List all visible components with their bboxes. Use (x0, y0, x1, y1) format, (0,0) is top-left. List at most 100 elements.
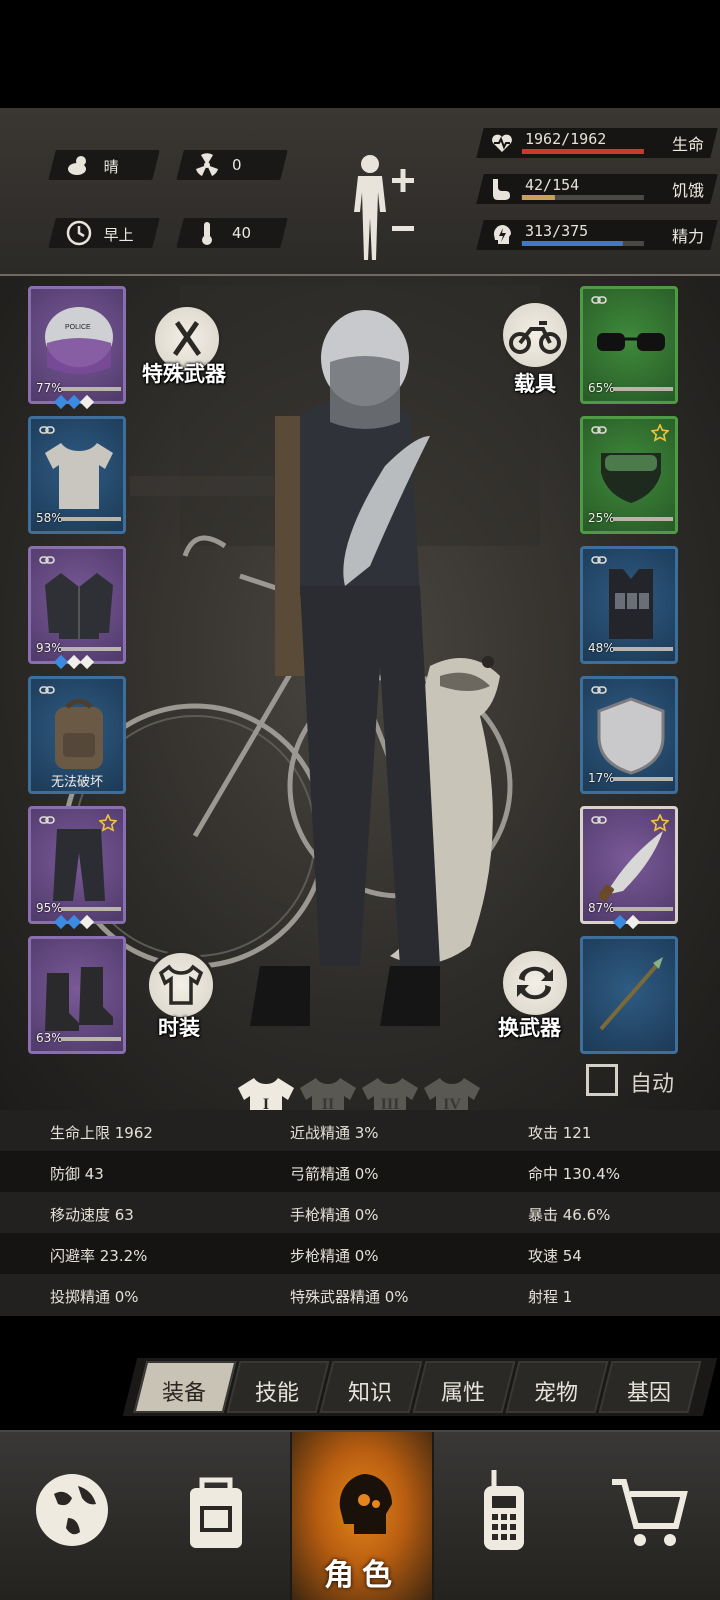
stat-value: 步枪精通 0% (290, 1247, 379, 1265)
boots-slot[interactable]: 63% (28, 936, 126, 1054)
menu-tab-2[interactable]: 技能 (226, 1361, 330, 1413)
outfit-tab-label: III (380, 1096, 400, 1110)
menu-tab-label: 属性 (440, 1381, 486, 1406)
nav-radio[interactable] (432, 1432, 576, 1600)
menu-tab-3[interactable]: 知识 (319, 1361, 423, 1413)
stat-value: 攻击 121 (528, 1124, 592, 1142)
outfit-tab-1[interactable]: I (236, 1074, 296, 1110)
stat-value: 闪避率 23.2% (50, 1247, 148, 1265)
stat-value: 移动速度 63 (50, 1206, 134, 1224)
tshirt-icon (158, 964, 204, 1005)
vest-slot[interactable]: 48% (580, 546, 678, 664)
swap-weapon-button[interactable] (500, 948, 570, 1018)
slot-status-text: 无法破坏 (50, 775, 103, 790)
pants-slot[interactable]: 95% (28, 806, 126, 930)
menu-tab-5[interactable]: 宠物 (505, 1361, 609, 1413)
stat-value: 暴击 46.6% (528, 1206, 611, 1224)
vehicle-button[interactable] (500, 300, 570, 370)
durability-percent: 95% (36, 901, 63, 915)
durability-bar (613, 777, 673, 781)
hunger-vital: 42/154 饥饿 (476, 174, 718, 204)
link-icon (39, 816, 55, 824)
temperature-indicator: 40 (176, 218, 288, 248)
character-panel: POLICE 77% 58% 93% 无法破坏 95% 63% 65% 25% 48% 17% 87… (0, 276, 720, 1110)
stat-value: 手枪精通 0% (290, 1206, 379, 1224)
mask-slot[interactable]: 25% (580, 416, 678, 534)
hunger-bar (521, 195, 644, 200)
outfit-tab-3[interactable]: III (360, 1074, 420, 1110)
stat-row: 移动速度 63 手枪精通 0% 暴击 46.6% (0, 1192, 720, 1234)
weather-indicator: 晴 (48, 150, 160, 180)
cart-icon (612, 1479, 688, 1546)
white-gem-icon (79, 654, 95, 670)
shield-icon (597, 697, 665, 775)
menu-tab-label: 基因 (626, 1381, 672, 1406)
stat-value: 射程 1 (528, 1288, 573, 1306)
boots-icon (45, 967, 113, 1031)
backpack-slot[interactable]: 无法破坏 (28, 676, 126, 794)
stat-row: 防御 43 弓箭精通 0% 命中 130.4% (0, 1151, 720, 1193)
shirt-slot[interactable]: 58% (28, 416, 126, 534)
menu-tab-6[interactable]: 基因 (598, 1361, 702, 1413)
nav-character-head[interactable]: 角色 (290, 1432, 434, 1600)
stat-value: 投掷精通 0% (50, 1288, 139, 1306)
glasses-slot[interactable]: 65% (580, 286, 678, 404)
hunger-value: 42/154 (524, 176, 580, 194)
glasses-icon (597, 333, 665, 351)
energy-vital: 313/375 精力 (476, 220, 718, 250)
health-bar (521, 149, 644, 154)
nav-backpack[interactable] (144, 1432, 288, 1600)
stat-row: 闪避率 23.2% 步枪精通 0% 攻速 54 (0, 1233, 720, 1275)
hunger-label: 饥饿 (671, 181, 704, 200)
globe-icon (36, 1474, 108, 1546)
helmet-slot[interactable]: POLICE 77% (28, 286, 126, 410)
swap-arrows-icon (517, 966, 553, 1000)
menu-tab-label: 知识 (347, 1381, 393, 1406)
white-gem-icon (625, 914, 641, 930)
durability-percent: 65% (588, 381, 615, 395)
link-icon (39, 686, 55, 694)
hunger-bar-fill (521, 195, 555, 200)
gem-sockets (53, 394, 95, 410)
spear-icon (599, 957, 663, 1031)
nav-globe[interactable] (0, 1432, 144, 1600)
white-gem-icon (79, 914, 95, 930)
stat-row: 投掷精通 0% 特殊武器精通 0% 射程 1 (0, 1274, 720, 1316)
outfit-tab-2[interactable]: II (298, 1074, 358, 1110)
menu-tab-4[interactable]: 属性 (412, 1361, 516, 1413)
stat-value: 防御 43 (50, 1165, 104, 1183)
outfit-tab-label: II (321, 1096, 335, 1110)
durability-bar (61, 647, 121, 651)
durability-bar (61, 387, 121, 391)
durability-percent: 63% (36, 1031, 63, 1045)
radiation-value: 0 (232, 156, 242, 174)
spear-slot[interactable] (580, 936, 678, 1054)
clock-icon (66, 220, 92, 246)
motorcycle-icon (509, 321, 561, 354)
auto-checkbox[interactable] (586, 1064, 618, 1096)
star-icon (651, 814, 669, 832)
durability-percent: 48% (588, 641, 615, 655)
body-status-icon[interactable] (348, 152, 420, 262)
machete-slot[interactable]: 87% (580, 806, 678, 930)
thermometer-icon (202, 222, 212, 245)
energy-bar-fill (521, 241, 624, 246)
health-label: 生命 (671, 135, 704, 154)
link-icon (591, 556, 607, 564)
swap-weapon-label: 换武器 (498, 1016, 561, 1040)
outfit-tab-label: I (262, 1096, 270, 1110)
backpack-icon (190, 1477, 242, 1548)
jacket-slot[interactable]: 93% (28, 546, 126, 670)
durability-percent: 93% (36, 641, 63, 655)
menu-tab-1[interactable]: 装备 (133, 1361, 237, 1413)
fashion-button[interactable] (146, 950, 216, 1020)
link-icon (591, 426, 607, 434)
shield-slot[interactable]: 17% (580, 676, 678, 794)
durability-bar (613, 387, 673, 391)
energy-bar (521, 241, 644, 246)
outfit-tab-4[interactable]: IV (422, 1074, 482, 1110)
cloud-sun-icon (68, 156, 86, 175)
nav-cart[interactable] (576, 1432, 720, 1600)
nav-label: 角色 (324, 1558, 400, 1593)
menu-tab-label: 技能 (254, 1381, 300, 1406)
